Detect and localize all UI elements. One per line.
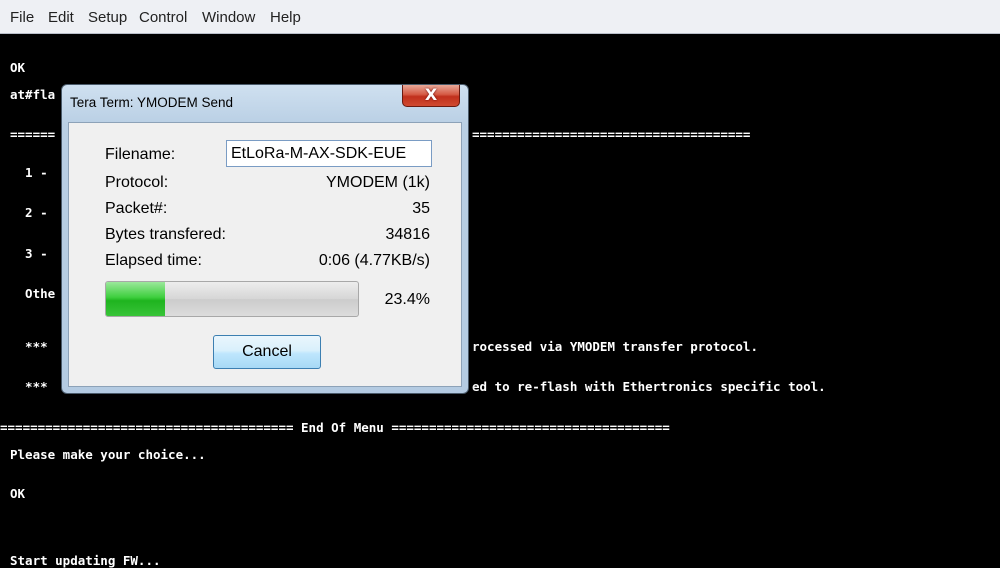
- elapsed-time-label: Elapsed time:: [105, 252, 202, 269]
- terminal-line: ***: [10, 379, 48, 394]
- menu-setup[interactable]: Setup: [88, 9, 127, 26]
- terminal-line: Start updating FW...: [10, 553, 161, 568]
- terminal-line: Othe: [10, 286, 56, 301]
- menu-window[interactable]: Window: [202, 9, 255, 26]
- packet-value: 35: [412, 200, 430, 217]
- close-icon: X: [424, 85, 438, 104]
- terminal-line: at#fla: [10, 87, 56, 102]
- dialog-content: Filename: EtLoRa-M-AX-SDK-EUE Protocol: …: [68, 122, 462, 387]
- terminal-line: OK: [10, 60, 26, 75]
- terminal-line: ***: [10, 339, 48, 354]
- ymodem-send-dialog: Tera Term: YMODEM Send X Filename: EtLoR…: [61, 84, 469, 394]
- bytes-transferred-value: 34816: [385, 226, 431, 243]
- progress-percent: 23.4%: [384, 291, 430, 308]
- terminal-line: OK: [10, 486, 26, 501]
- terminal-line: 1 -: [10, 165, 48, 180]
- menu-edit[interactable]: Edit: [48, 9, 74, 26]
- filename-field[interactable]: EtLoRa-M-AX-SDK-EUE: [226, 140, 432, 167]
- progress-bar: [105, 281, 359, 317]
- menu-control[interactable]: Control: [139, 9, 187, 26]
- progress-fill: [106, 282, 165, 316]
- protocol-label: Protocol:: [105, 174, 169, 191]
- terminal-separator-fragment: =====================================: [472, 127, 751, 142]
- menu-help[interactable]: Help: [270, 9, 301, 26]
- elapsed-time-value: 0:06 (4.77KB/s): [318, 252, 430, 269]
- dialog-title: Tera Term: YMODEM Send: [70, 95, 234, 110]
- cancel-button[interactable]: Cancel: [213, 335, 321, 369]
- protocol-value: YMODEM (1k): [326, 174, 430, 191]
- terminal-line: Please make your choice...: [10, 447, 206, 462]
- filename-label: Filename:: [105, 146, 176, 163]
- terminal-text-fragment: rocessed via YMODEM transfer protocol.: [472, 339, 758, 354]
- terminal-line: ======: [10, 127, 56, 142]
- menu-file[interactable]: File: [10, 9, 34, 26]
- terminal-line: 3 -: [10, 246, 48, 261]
- packet-label: Packet#:: [105, 200, 168, 217]
- terminal-text-fragment: ed to re-flash with Ethertronics specifi…: [472, 379, 826, 394]
- bytes-transferred-label: Bytes transfered:: [105, 226, 226, 243]
- close-button[interactable]: X: [402, 85, 460, 107]
- terminal-line: 2 -: [10, 205, 48, 220]
- terminal-line: ======================================= …: [0, 420, 670, 435]
- menu-bar: File Edit Setup Control Window Help: [0, 0, 1000, 34]
